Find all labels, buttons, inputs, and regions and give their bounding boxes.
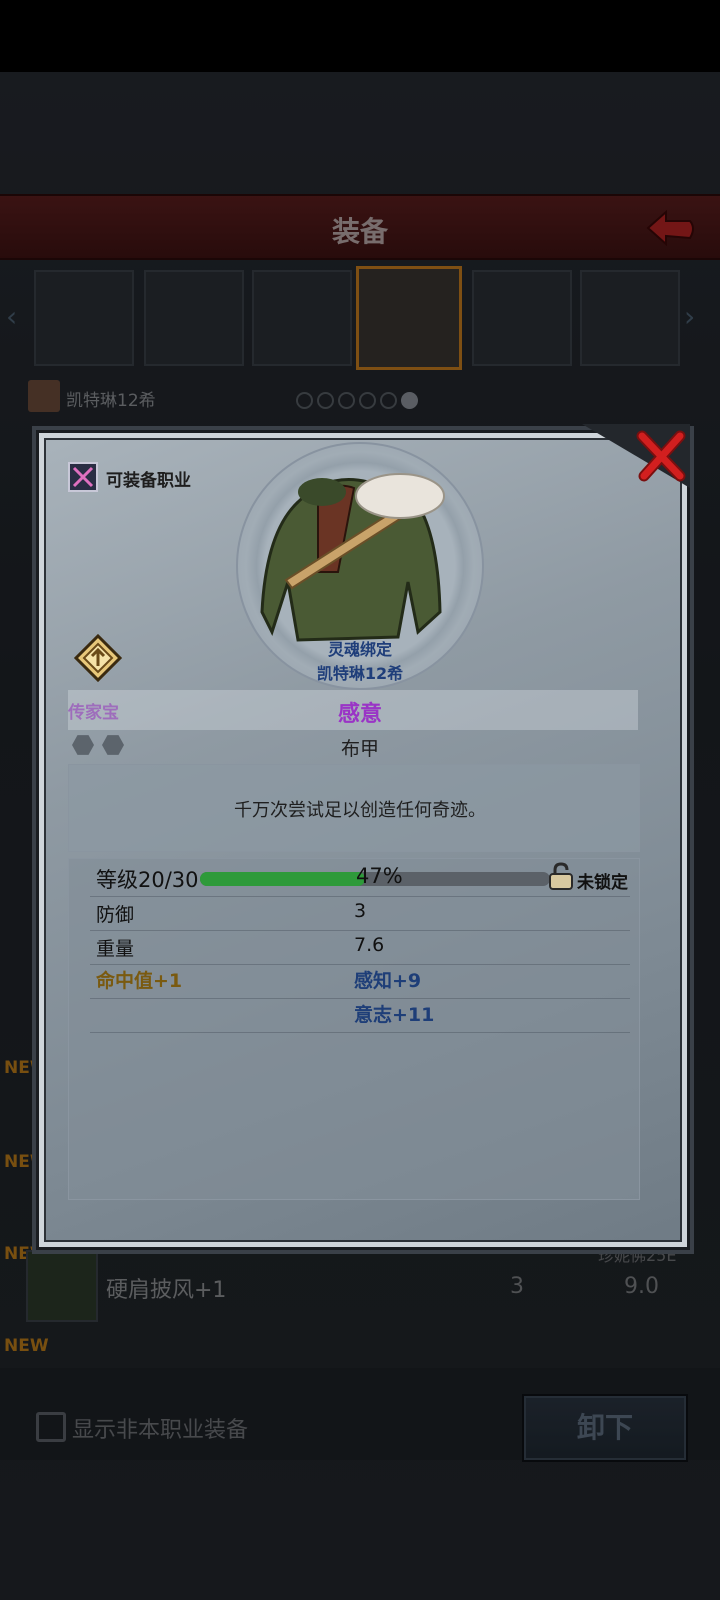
crossed-weapons-icon: [68, 462, 98, 492]
stat-value-weight: 7.6: [354, 934, 385, 956]
divider: [90, 930, 630, 931]
level-progress-fill: [200, 872, 365, 886]
level-label: 等级20/30: [96, 868, 199, 892]
lock-icon[interactable]: [548, 862, 574, 890]
item-type: 布甲: [340, 738, 379, 760]
divider: [90, 1032, 630, 1033]
divider: [90, 896, 630, 897]
lock-status-label[interactable]: 未锁定: [577, 868, 628, 893]
item-name: 感意: [337, 702, 382, 727]
stat-value-defense: 3: [354, 900, 367, 922]
bonus-accuracy: 命中值+1: [96, 970, 183, 992]
equippable-class-label: 可装备职业: [106, 471, 191, 491]
heirloom-icon: [74, 634, 122, 682]
status-bar: [0, 0, 720, 72]
stat-label-weight: 重量: [96, 938, 135, 960]
stat-label-defense: 防御: [96, 904, 135, 926]
bonus-will: 意志+11: [354, 1004, 435, 1026]
close-icon[interactable]: [636, 430, 686, 482]
level-percent: 47%: [356, 864, 403, 888]
armor-image: [260, 473, 445, 642]
divider: [90, 964, 630, 965]
divider: [90, 998, 630, 999]
bonus-perception: 感知+9: [354, 970, 422, 992]
item-description: 千万次尝试足以创造任何奇迹。: [234, 800, 486, 821]
